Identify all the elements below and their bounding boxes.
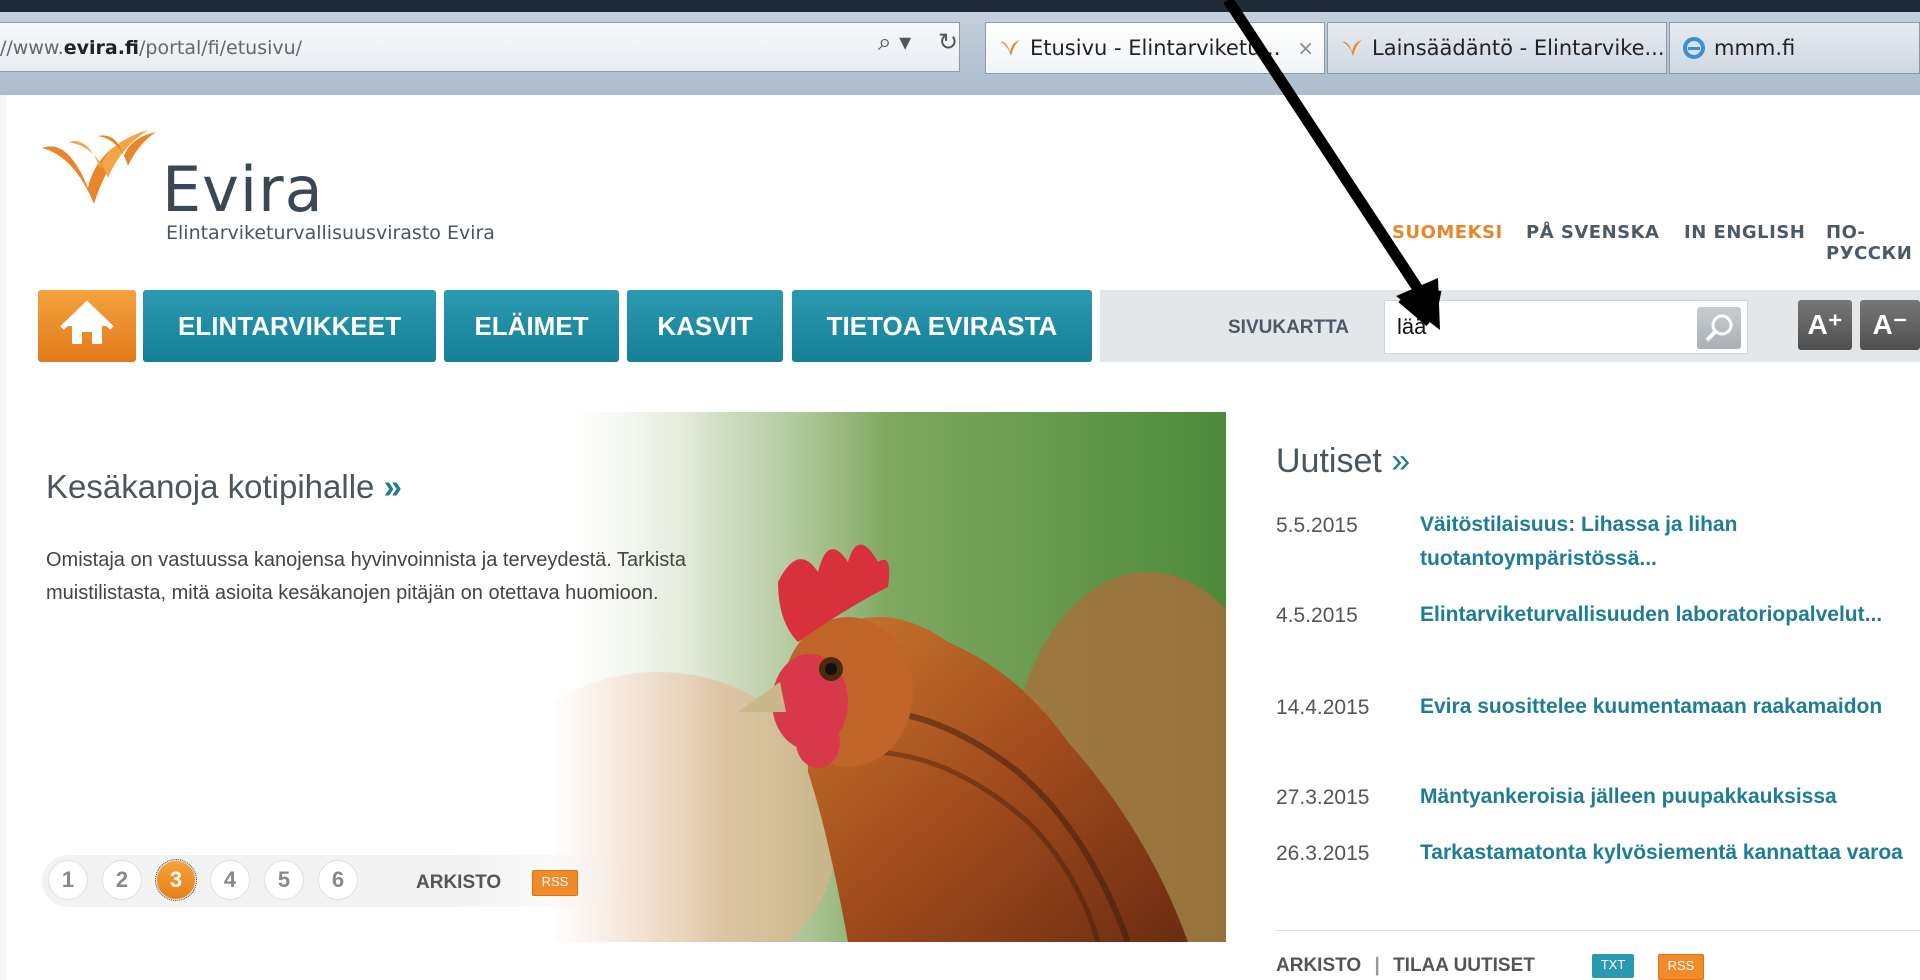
pager-page-3[interactable]: 3 (155, 859, 197, 901)
news-divider (1276, 930, 1920, 931)
nav-elaimet[interactable]: ELÄIMET (444, 290, 619, 362)
address-search-icon[interactable]: ⌕ ▾ (878, 28, 911, 56)
tab-lainsaadanto[interactable]: Lainsäädäntö - Elintarvike... (1327, 22, 1667, 74)
font-larger-button[interactable]: A⁺ (1798, 300, 1852, 350)
search-input[interactable]: lää (1384, 300, 1748, 354)
logo-wordmark: Evira (162, 153, 324, 226)
news-date: 26.3.2015 (1276, 842, 1370, 865)
evira-favicon-icon (998, 28, 1022, 56)
news-title-arrow: » (1391, 442, 1411, 480)
news-date: 27.3.2015 (1276, 786, 1370, 809)
search-button[interactable] (1697, 307, 1741, 349)
news-date: 4.5.2015 (1276, 604, 1358, 627)
home-icon (60, 300, 114, 344)
news-date: 14.4.2015 (1276, 696, 1370, 719)
tab-label: Lainsäädäntö - Elintarvike... (1372, 36, 1665, 60)
hero-rss-button[interactable]: RSS (532, 870, 578, 896)
news-link[interactable]: Tarkastamatonta kylvösiementä kannattaa … (1420, 836, 1910, 870)
lang-svenska[interactable]: PÅ SVENSKA (1526, 222, 1660, 243)
news-txt-button[interactable]: TXT (1592, 954, 1634, 978)
pager-page-5[interactable]: 5 (264, 860, 304, 900)
ie-favicon-icon (1682, 28, 1706, 59)
home-button[interactable] (38, 290, 136, 362)
logo-subtitle: Elintarviketurvallisuusvirasto Evira (166, 222, 495, 244)
news-separator: | (1374, 955, 1380, 976)
url-domain: evira.fi (63, 37, 139, 59)
news-link[interactable]: Mäntyankeroisia jälleen puupakkauksissa (1420, 780, 1910, 814)
pager-page-2[interactable]: 2 (102, 860, 142, 900)
pager-page-4[interactable]: 4 (210, 860, 250, 900)
hero-chicken-image[interactable] (548, 412, 1226, 942)
tab-label: mmm.fi (1714, 36, 1796, 60)
font-smaller-button[interactable]: A⁻ (1860, 300, 1920, 350)
window-titlebar (0, 0, 1920, 12)
tab-etusivu[interactable]: Etusivu - Elintarviketu... × (985, 22, 1325, 74)
news-link[interactable]: Elintarviketurvallisuuden laboratoriopal… (1420, 598, 1910, 632)
news-archive-link[interactable]: ARKISTO (1276, 955, 1361, 976)
url-path: /portal/fi/etusivu/ (139, 37, 303, 59)
pager-page-1[interactable]: 1 (48, 860, 88, 900)
lang-suomeksi[interactable]: SUOMEKSI (1392, 222, 1503, 243)
news-link[interactable]: Väitöstilaisuus: Lihassa ja lihan tuotan… (1420, 508, 1910, 576)
evira-favicon-icon (1340, 28, 1364, 56)
news-subscribe-link[interactable]: TILAA UUTISET (1393, 955, 1535, 976)
news-link[interactable]: Evira suosittelee kuumentamaan raakamaid… (1420, 690, 1910, 724)
nav-tietoa-evirasta[interactable]: TIETOA EVIRASTA (792, 290, 1092, 362)
tab-label: Etusivu - Elintarviketu... (1030, 36, 1281, 60)
url-prefix: //www. (0, 37, 64, 59)
hero-title-arrow: » (383, 468, 402, 505)
pager-page-6[interactable]: 6 (318, 860, 358, 900)
hero-title-text: Kesäkanoja kotipihalle (46, 468, 375, 505)
lang-russian[interactable]: ПО-РУССКИ (1826, 222, 1920, 264)
search-icon (1705, 314, 1733, 342)
hero-title[interactable]: Kesäkanoja kotipihalle » (46, 468, 402, 506)
nav-kasvit[interactable]: KASVIT (627, 290, 783, 362)
tab-mmm[interactable]: mmm.fi (1669, 22, 1920, 74)
news-footer: ARKISTO | TILAA UUTISET (1276, 955, 1535, 977)
evira-logo-icon[interactable] (38, 128, 158, 213)
news-rss-button[interactable]: RSS (1658, 954, 1704, 980)
close-tab-icon[interactable]: × (1297, 23, 1314, 73)
news-title[interactable]: Uutiset » (1276, 442, 1410, 481)
address-bar[interactable]: //www.evira.fi/portal/fi/etusivu/ (0, 22, 960, 72)
refresh-icon[interactable]: ↻ (938, 28, 958, 56)
news-title-text: Uutiset (1276, 442, 1382, 480)
hero-archive-link[interactable]: ARKISTO (416, 872, 501, 894)
lang-english[interactable]: IN ENGLISH (1684, 222, 1805, 243)
sitemap-link[interactable]: SIVUKARTTA (1228, 317, 1349, 339)
nav-elintarvikkeet[interactable]: ELINTARVIKKEET (143, 290, 436, 362)
hero-description: Omistaja on vastuussa kanojensa hyvinvoi… (46, 549, 686, 604)
news-date: 5.5.2015 (1276, 514, 1358, 537)
